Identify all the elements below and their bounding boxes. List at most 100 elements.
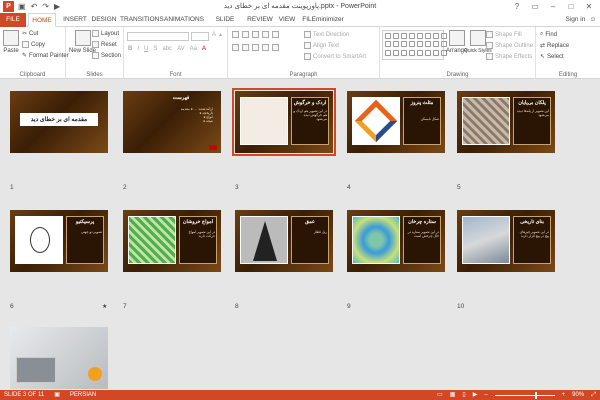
fit-to-window-icon[interactable]: ⤢ (591, 390, 596, 400)
undo-icon[interactable]: ↶ (31, 1, 38, 12)
line-spacing-icon[interactable] (272, 31, 279, 38)
shape-item[interactable] (401, 49, 407, 56)
shape-item[interactable] (393, 41, 399, 48)
bold-button[interactable]: B (128, 46, 132, 52)
format-painter-button[interactable]: ✎ Format Painter (22, 52, 69, 60)
shapes-gallery[interactable] (382, 30, 447, 60)
shape-item[interactable] (385, 33, 391, 39)
section-button[interactable]: Section (92, 52, 121, 59)
shape-item[interactable] (417, 49, 423, 56)
ribbon-display-button[interactable]: ▭ (526, 0, 544, 13)
tab-home[interactable]: HOME (28, 13, 56, 27)
zoom-out-button[interactable]: – (484, 390, 487, 400)
slide-thumbnail-10[interactable]: بنای تاریخی در این تصویر چیزهای پیچ در پ… (457, 210, 555, 272)
numbering-icon[interactable] (242, 31, 249, 38)
minimize-button[interactable]: – (544, 0, 562, 13)
slide-thumbnail-3[interactable]: اردک و خرگوش در این تصویر هم اردک و هم خ… (232, 88, 336, 156)
increase-indent-icon[interactable] (262, 31, 269, 38)
slide-thumbnail-1[interactable]: مقدمه ای بر خطای دید (10, 91, 108, 153)
shape-item[interactable] (393, 49, 399, 56)
shape-item[interactable] (401, 33, 407, 39)
grow-font-icon[interactable]: A ▲ (212, 32, 223, 38)
shape-item[interactable] (409, 49, 415, 56)
shape-item[interactable] (425, 33, 431, 39)
sign-in-label[interactable]: Sign in (565, 13, 585, 27)
shape-item[interactable] (425, 49, 431, 56)
text-direction-button[interactable]: Text Direction (304, 31, 349, 38)
shape-effects-button[interactable]: Shape Effects (486, 53, 532, 60)
tab-design[interactable]: DESIGN (90, 13, 118, 27)
shape-item[interactable] (425, 41, 431, 48)
underline-button[interactable]: U (144, 46, 148, 52)
change-case-button[interactable]: Aa (190, 46, 197, 52)
tab-insert[interactable]: INSERT (62, 13, 88, 27)
align-center-icon[interactable] (242, 44, 249, 51)
maximize-button[interactable]: □ (562, 0, 580, 13)
tab-review[interactable]: REVIEW (246, 13, 274, 27)
slide-thumbnail-5[interactable]: پلکان بی‌پایان این تصویر از پله‌ها دیده … (457, 91, 555, 153)
save-icon[interactable]: ▣ (18, 1, 26, 12)
reset-button[interactable]: Reset (92, 41, 117, 48)
shadow-button[interactable]: abc (162, 46, 172, 52)
shape-item[interactable] (401, 41, 407, 48)
decrease-indent-icon[interactable] (252, 31, 259, 38)
sign-in[interactable]: Sign in ☺ (565, 13, 596, 27)
slide-thumbnail-8[interactable]: عمق ریل قطار (235, 210, 333, 272)
tab-animations[interactable]: ANIMATIONS (164, 13, 204, 27)
redo-icon[interactable]: ↷ (42, 1, 49, 12)
normal-view-icon[interactable]: ▭ (437, 390, 443, 400)
shape-item[interactable] (409, 41, 415, 48)
shape-item[interactable] (417, 41, 423, 48)
language-indicator[interactable]: PERSIAN (70, 390, 96, 400)
slide-thumbnail-9[interactable]: ستاره چرخان در این تصویر ستاره در حال چر… (347, 210, 445, 272)
close-button[interactable]: ✕ (580, 0, 598, 13)
character-spacing-button[interactable]: AV (177, 46, 185, 52)
shape-item[interactable] (409, 33, 415, 39)
convert-smartart-button[interactable]: Convert to SmartArt (304, 53, 366, 60)
slide-thumbnail-7[interactable]: امواج خروشان در این تصویر امواج حرکت دار… (123, 210, 221, 272)
cut-button[interactable]: ✂ Cut (22, 30, 38, 38)
align-left-icon[interactable] (232, 44, 239, 51)
slideshow-view-icon[interactable]: ▶ (473, 390, 478, 400)
tab-transitions[interactable]: TRANSITIONS (120, 13, 164, 27)
shape-item[interactable] (385, 41, 391, 48)
shape-item[interactable] (433, 49, 439, 56)
zoom-slider[interactable] (494, 391, 555, 399)
slide-sorter-view-icon[interactable]: ▦ (450, 390, 456, 400)
copy-button[interactable]: Copy (22, 41, 45, 48)
slide-thumbnail-2[interactable]: فهرست ارائه‌دهنده: … ● مقدمه ● تاریخچه ●… (123, 91, 221, 153)
reading-view-icon[interactable]: ▯ (462, 390, 465, 400)
zoom-in-button[interactable]: + (562, 390, 566, 400)
italic-button[interactable]: I (137, 46, 139, 52)
strikethrough-button[interactable]: S (153, 46, 157, 52)
columns-icon[interactable] (272, 44, 279, 51)
start-from-beginning-icon[interactable]: ▶ (54, 1, 60, 12)
zoom-level[interactable]: 90% (572, 390, 584, 400)
layout-button[interactable]: Layout (92, 30, 119, 37)
align-right-icon[interactable] (252, 44, 259, 51)
slide-thumbnail-11[interactable] (10, 327, 108, 389)
shape-item[interactable] (393, 33, 399, 39)
shape-item[interactable] (417, 33, 423, 39)
shape-item[interactable] (433, 33, 439, 39)
paste-button[interactable]: Paste (3, 30, 19, 54)
font-name-combo[interactable] (127, 32, 189, 41)
shape-outline-button[interactable]: Shape Outline (486, 42, 533, 49)
tab-slide-show[interactable]: SLIDE SHOW (206, 13, 244, 37)
justify-icon[interactable] (262, 44, 269, 51)
find-button[interactable]: ⌕ Find (540, 31, 557, 38)
select-button[interactable]: ↖ Select (540, 53, 564, 61)
spellcheck-icon[interactable]: ▣ (54, 390, 60, 400)
tab-view[interactable]: VIEW (276, 13, 298, 27)
font-color-button[interactable]: A (202, 46, 206, 52)
replace-button[interactable]: ⇄ Replace (540, 42, 569, 50)
shape-fill-button[interactable]: Shape Fill (486, 31, 522, 38)
tab-file[interactable]: FILE (0, 13, 26, 27)
bullets-icon[interactable] (232, 31, 239, 38)
slide-thumbnail-4[interactable]: مثلث پنروز شکل ناممکن (347, 91, 445, 153)
font-size-combo[interactable] (191, 32, 209, 41)
slide-thumbnail-6[interactable]: پرسپکتیو تصویر دو جهتی (10, 210, 108, 272)
help-button[interactable]: ? (508, 0, 526, 13)
shape-item[interactable] (433, 41, 439, 48)
tab-fileminimizer[interactable]: FILEminimizer (300, 13, 346, 27)
